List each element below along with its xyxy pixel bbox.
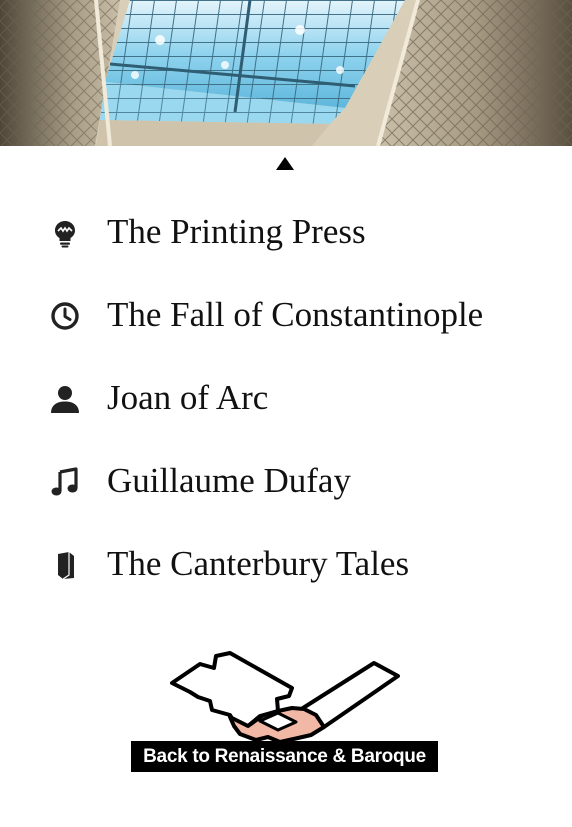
back-button-label: Back to Renaissance & Baroque xyxy=(131,741,438,772)
clock-icon xyxy=(50,301,80,331)
topic-item-fall-of-constantinople[interactable]: The Fall of Constantinople xyxy=(0,275,572,358)
back-to-renaissance-baroque-link[interactable]: Back to Renaissance & Baroque xyxy=(130,650,440,775)
topic-label: Joan of Arc xyxy=(107,378,269,417)
floor-plan-map-icon xyxy=(170,651,400,744)
topic-list: The Printing Press The Fall of Constanti… xyxy=(0,192,572,607)
topic-label: Guillaume Dufay xyxy=(107,461,351,500)
collapse-toggle-button[interactable] xyxy=(275,155,295,171)
music-note-icon xyxy=(50,467,80,497)
topic-item-joan-of-arc[interactable]: Joan of Arc xyxy=(0,358,572,441)
topic-item-guillaume-dufay[interactable]: Guillaume Dufay xyxy=(0,441,572,524)
triangle-up-icon xyxy=(276,157,294,170)
book-icon xyxy=(50,550,80,580)
topic-item-printing-press[interactable]: The Printing Press xyxy=(0,192,572,275)
skylight-ceiling-image xyxy=(0,0,572,146)
person-icon xyxy=(50,384,80,414)
topic-label: The Canterbury Tales xyxy=(107,544,410,583)
topic-label: The Printing Press xyxy=(107,212,366,251)
topic-item-canterbury-tales[interactable]: The Canterbury Tales xyxy=(0,524,572,607)
lightbulb-icon xyxy=(50,218,80,248)
topic-label: The Fall of Constantinople xyxy=(107,295,484,334)
hero-ceiling-photo xyxy=(0,0,572,146)
